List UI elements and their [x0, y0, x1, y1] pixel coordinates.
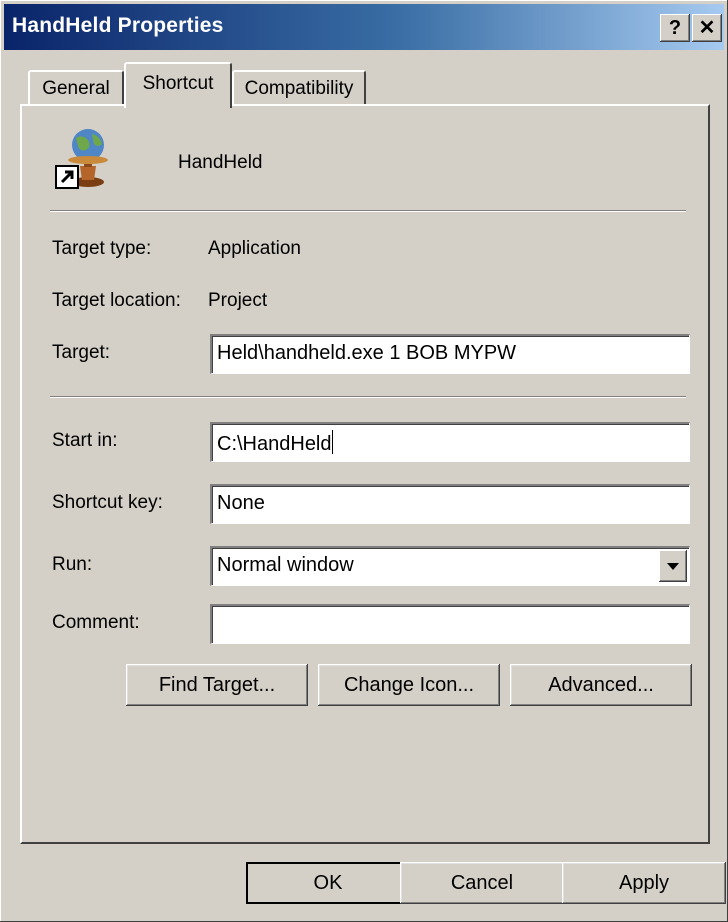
target-location-value: Project: [208, 290, 268, 311]
find-target-button[interactable]: Find Target...: [126, 664, 308, 706]
apply-button[interactable]: Apply: [562, 862, 726, 904]
tab-compatibility[interactable]: Compatibility: [232, 70, 366, 106]
shortcut-panel: HandHeld Target type: Application Target…: [20, 104, 710, 844]
target-type-value: Application: [208, 238, 301, 259]
close-button[interactable]: ✕: [692, 14, 722, 42]
chevron-down-icon: [667, 563, 679, 570]
target-field[interactable]: Held\handheld.exe 1 BOB MYPW: [210, 334, 690, 374]
properties-dialog: HandHeld Properties ? ✕ General Shortcut…: [0, 0, 728, 922]
run-dropdown-button[interactable]: [659, 550, 687, 582]
globe-shortcut-icon: [55, 129, 108, 189]
shortcut-key-field[interactable]: None: [210, 484, 690, 524]
separator-middle: [50, 396, 686, 398]
change-icon-button[interactable]: Change Icon...: [318, 664, 500, 706]
target-label: Target:: [52, 342, 111, 363]
run-select[interactable]: Normal window: [210, 546, 690, 586]
shortcut-key-label: Shortcut key:: [52, 492, 163, 513]
comment-field[interactable]: [210, 604, 690, 644]
text-caret: [331, 430, 333, 454]
title-bar[interactable]: HandHeld Properties ? ✕: [4, 4, 724, 50]
ok-button[interactable]: OK: [246, 862, 410, 904]
advanced-button[interactable]: Advanced...: [510, 664, 692, 706]
run-label: Run:: [52, 554, 93, 575]
run-selected-value: Normal window: [217, 554, 354, 576]
help-button[interactable]: ?: [660, 14, 690, 42]
shortcut-name: HandHeld: [178, 152, 263, 173]
start-in-field[interactable]: C:\HandHeld: [210, 422, 690, 462]
target-location-label: Target location:: [52, 290, 181, 311]
cancel-button[interactable]: Cancel: [400, 862, 564, 904]
comment-label: Comment:: [52, 612, 140, 633]
separator-top: [50, 210, 686, 212]
window-title: HandHeld Properties: [12, 14, 224, 37]
tab-general[interactable]: General: [28, 70, 124, 106]
tab-shortcut[interactable]: Shortcut: [124, 62, 232, 108]
start-in-value: C:\HandHeld: [217, 433, 332, 455]
target-type-label: Target type:: [52, 238, 152, 259]
start-in-label: Start in:: [52, 430, 118, 451]
